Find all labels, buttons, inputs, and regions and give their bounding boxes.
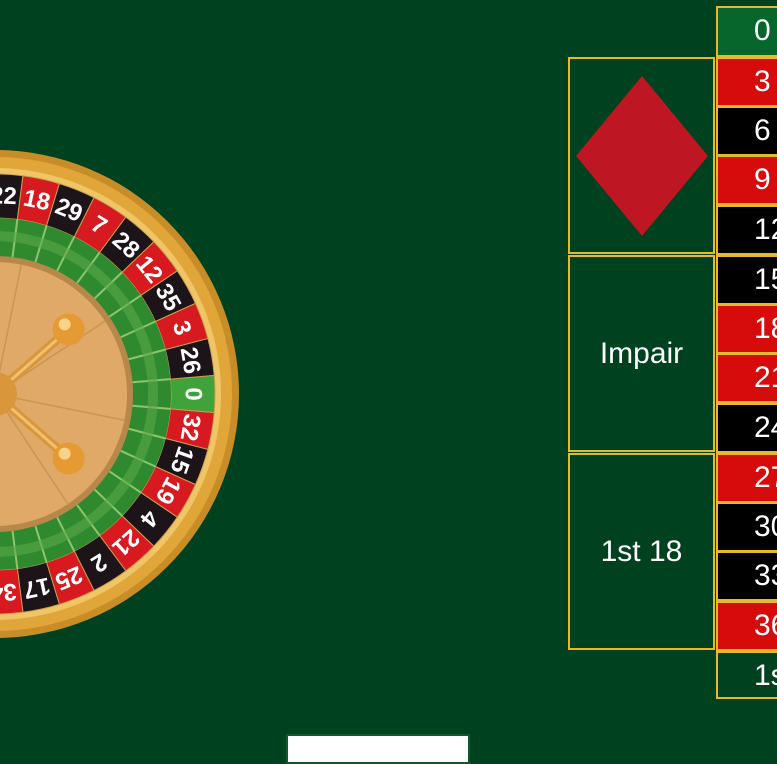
bet-impair[interactable]: Impair xyxy=(568,255,715,452)
cell-number: 18 xyxy=(754,312,777,345)
bet-number-cell[interactable]: 33 xyxy=(716,551,777,601)
bet-number-cell[interactable]: 12 xyxy=(716,205,777,255)
wheel-number: 32 xyxy=(175,412,206,443)
cell-number: 24 xyxy=(754,411,777,444)
cell-number: 33 xyxy=(754,559,777,592)
bet-number-cell[interactable]: 9 xyxy=(716,155,777,205)
bet-dozen-1st-12[interactable]: 1st 12 xyxy=(716,651,777,699)
turret-knob-shine xyxy=(58,318,71,331)
diamond-icon xyxy=(575,75,708,236)
bet-label: 1st 18 xyxy=(600,534,683,568)
bet-number-cell[interactable]: 24 xyxy=(716,403,777,453)
bet-number-cell[interactable]: 6 xyxy=(716,106,777,156)
cell-number: 12 xyxy=(754,213,777,246)
roulette-wheel: 0321519421225173462713361130823105241633… xyxy=(0,150,239,638)
cell-number: 30 xyxy=(754,510,777,543)
cell-number: 21 xyxy=(754,361,777,394)
bet-number-cell[interactable]: 27 xyxy=(716,453,777,503)
turret-knob-shine xyxy=(58,447,71,460)
bet-label: Impair xyxy=(599,336,684,370)
bet-number-cell[interactable]: 15 xyxy=(716,255,777,305)
bet-red-diamond[interactable] xyxy=(568,57,715,254)
wheel-number: 26 xyxy=(175,345,206,376)
bet-number-cell[interactable]: 18 xyxy=(716,304,777,354)
cell-number: 15 xyxy=(754,263,777,296)
wheel-number: 34 xyxy=(0,578,17,606)
turret-knob xyxy=(52,442,85,475)
cell-number: 1st 12 xyxy=(754,659,777,692)
wheel-number: 17 xyxy=(21,572,53,604)
wheel-number: 18 xyxy=(21,184,53,216)
cell-number: 6 xyxy=(754,114,771,147)
bet-number-cell[interactable]: 30 xyxy=(716,502,777,552)
bet-number-cell[interactable]: 36 xyxy=(716,601,777,651)
cell-number: 27 xyxy=(754,461,777,494)
bet-number-cell[interactable]: 3 xyxy=(716,57,777,107)
turret-knob xyxy=(52,313,85,346)
wheel-number: 0 xyxy=(180,387,207,400)
cell-number: 3 xyxy=(754,65,771,98)
cell-number: 9 xyxy=(754,163,771,196)
bet-zero[interactable]: 0 xyxy=(716,6,777,57)
cell-number: 36 xyxy=(754,609,777,642)
cell-number: 0 xyxy=(754,14,771,47)
spin-button[interactable] xyxy=(286,734,470,764)
wheel-number: 22 xyxy=(0,182,17,210)
bet-1st-18[interactable]: 1st 18 xyxy=(568,453,715,650)
bet-number-cell[interactable]: 21 xyxy=(716,353,777,403)
